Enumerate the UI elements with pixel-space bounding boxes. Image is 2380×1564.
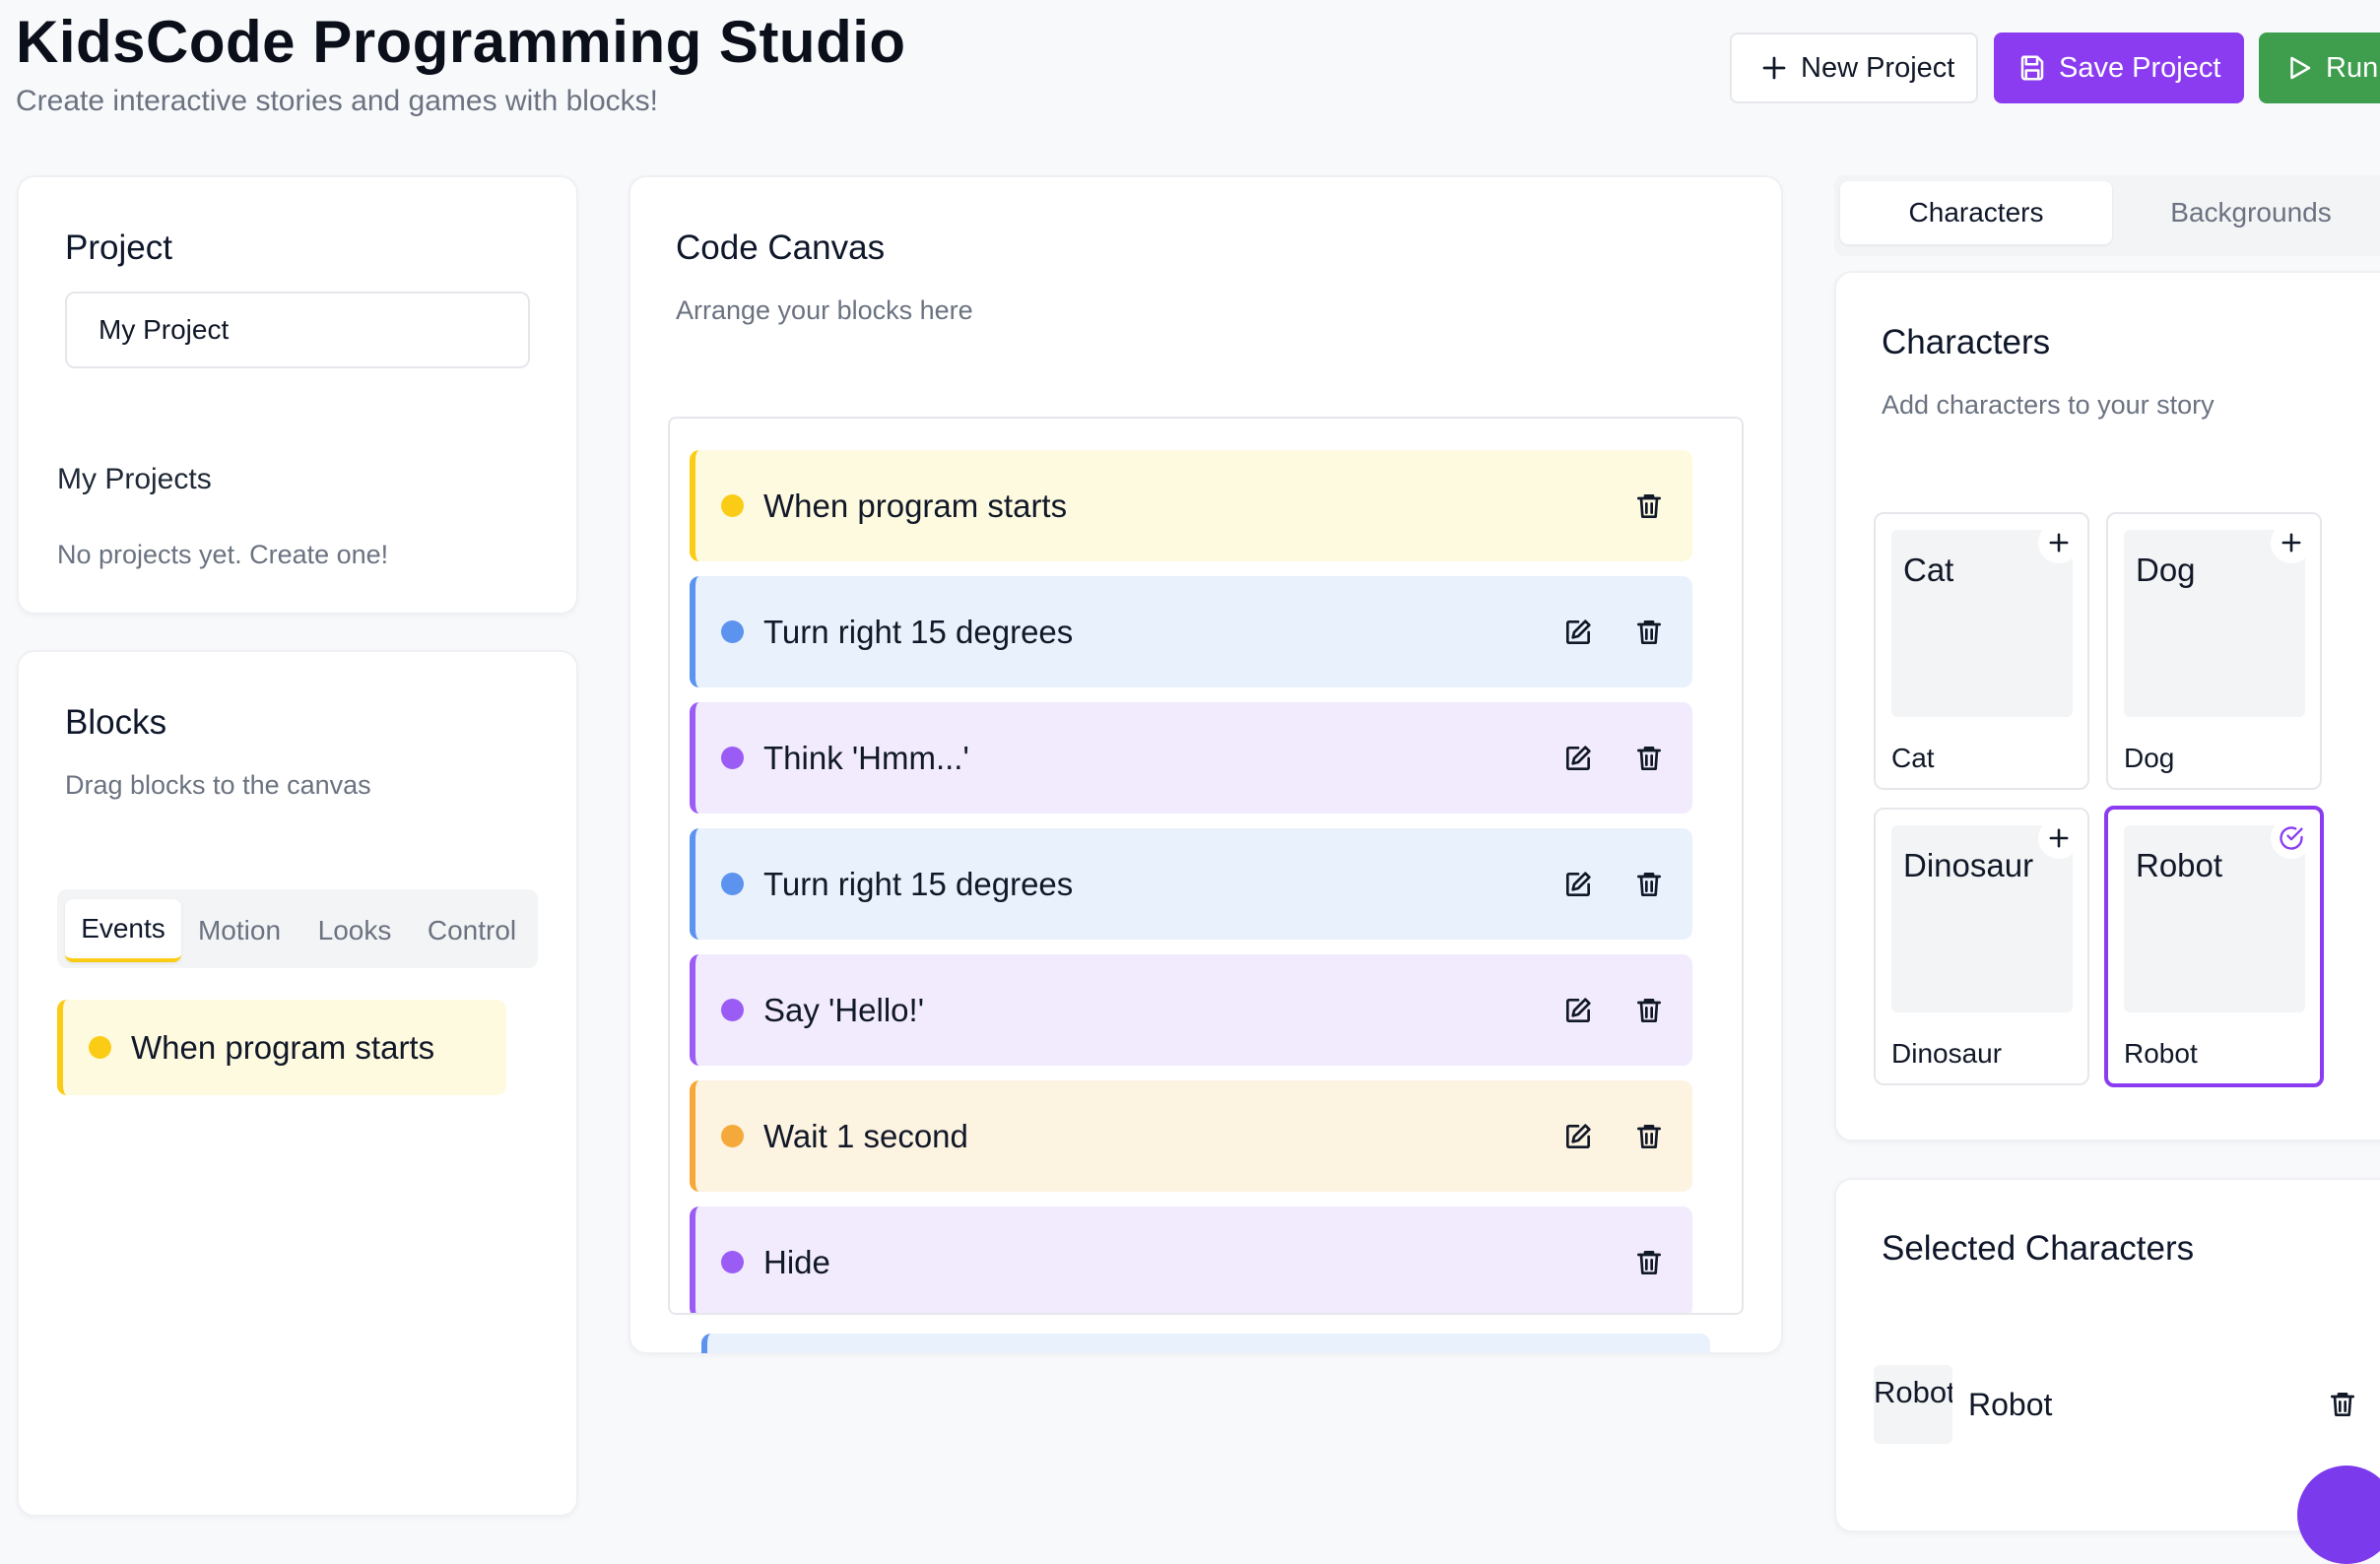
tab-motion[interactable]: Motion	[187, 899, 292, 962]
trash-icon[interactable]	[1627, 737, 1671, 780]
character-card-dog[interactable]: Dog Dog	[2106, 512, 2322, 790]
canvas-block[interactable]: Wait 1 second	[690, 1080, 1692, 1192]
selected-character-name: Robot	[1968, 1387, 2053, 1422]
character-card-robot[interactable]: Robot Robot	[2104, 806, 2324, 1087]
thumbnail-text: Robot	[2136, 847, 2223, 883]
edit-icon[interactable]	[1556, 611, 1600, 654]
canvas-block[interactable]: Turn right 15 degrees	[690, 828, 1692, 940]
save-icon	[2020, 55, 2044, 81]
floating-action-button[interactable]	[2297, 1466, 2380, 1564]
new-project-button[interactable]: New Project	[1730, 33, 1978, 103]
tab-looks[interactable]: Looks	[301, 899, 408, 962]
character-card-dinosaur[interactable]: Dinosaur Dinosaur	[1874, 808, 2089, 1085]
canvas-block[interactable]: Say 'Hello!'	[690, 954, 1692, 1066]
save-project-button[interactable]: Save Project	[1994, 33, 2244, 103]
block-label: Think 'Hmm...'	[763, 739, 969, 776]
block-label: Turn right 15 degrees	[763, 865, 1074, 902]
block-dot	[721, 999, 744, 1021]
characters-title: Characters	[1882, 323, 2051, 361]
project-title: Project	[65, 228, 172, 267]
thumbnail-text: Dog	[2136, 552, 2196, 588]
run-label: Run	[2326, 51, 2379, 84]
canvas-block-partial[interactable]	[701, 1334, 1710, 1353]
selected-character-thumbnail: Robot	[1874, 1365, 1952, 1444]
block-label: Hide	[763, 1243, 830, 1280]
trash-icon[interactable]	[1627, 989, 1671, 1032]
thumbnail-text: Cat	[1903, 552, 1954, 588]
character-name: Dinosaur	[1891, 1038, 2003, 1069]
canvas-block[interactable]: Hide	[690, 1206, 1692, 1313]
edit-icon[interactable]	[1556, 989, 1600, 1032]
check-circle-icon[interactable]	[2271, 817, 2312, 859]
plus-icon[interactable]	[2038, 522, 2080, 563]
canvas-description: Arrange your blocks here	[676, 295, 973, 325]
tab-backgrounds[interactable]: Backgrounds	[2118, 181, 2380, 244]
block-dot	[721, 1125, 744, 1147]
tab-characters[interactable]: Characters	[1840, 181, 2112, 244]
trash-icon[interactable]	[1627, 485, 1671, 528]
characters-description: Add characters to your story	[1882, 390, 2215, 420]
canvas-title: Code Canvas	[676, 228, 886, 267]
palette-block-when-program-starts[interactable]: When program starts	[57, 1000, 506, 1095]
new-project-label: New Project	[1801, 51, 1955, 84]
blocks-description: Drag blocks to the canvas	[65, 770, 371, 800]
block-dot	[721, 494, 744, 517]
trash-icon[interactable]	[1627, 1115, 1671, 1158]
block-label: Say 'Hello!'	[763, 991, 925, 1028]
block-dot	[89, 1036, 111, 1059]
plus-icon	[1762, 56, 1786, 80]
save-project-label: Save Project	[2059, 51, 2221, 84]
trash-icon[interactable]	[1627, 863, 1671, 906]
app-subtitle: Create interactive stories and games wit…	[16, 85, 658, 117]
blocks-title: Blocks	[65, 703, 167, 742]
run-button[interactable]: Run	[2259, 33, 2380, 103]
edit-icon[interactable]	[1556, 737, 1600, 780]
canvas-drop-area[interactable]: When program starts Turn right 15 degree…	[668, 417, 1744, 1315]
canvas-block[interactable]: When program starts	[690, 450, 1692, 561]
trash-icon[interactable]	[2321, 1383, 2364, 1426]
thumbnail-text: Robot	[1874, 1375, 1952, 1409]
thumbnail-text: Dinosaur	[1903, 847, 2034, 883]
play-icon	[2290, 56, 2311, 80]
block-label: Turn right 15 degrees	[763, 613, 1074, 650]
plus-icon[interactable]	[2038, 817, 2080, 859]
project-name-input[interactable]	[65, 292, 530, 368]
plus-icon[interactable]	[2271, 522, 2312, 563]
character-card-cat[interactable]: Cat Cat	[1874, 512, 2089, 790]
character-name: Dog	[2124, 743, 2175, 773]
selected-characters-title: Selected Characters	[1882, 1229, 2195, 1268]
block-label: When program starts	[763, 487, 1068, 524]
tab-events[interactable]: Events	[65, 899, 181, 962]
canvas-block[interactable]: Turn right 15 degrees	[690, 576, 1692, 687]
block-dot	[721, 747, 744, 769]
block-label: Wait 1 second	[763, 1117, 968, 1154]
canvas-block[interactable]: Think 'Hmm...'	[690, 702, 1692, 814]
no-projects-text: No projects yet. Create one!	[57, 540, 389, 569]
tab-control[interactable]: Control	[414, 899, 530, 962]
app-title: KidsCode Programming Studio	[16, 9, 906, 75]
block-label: When program starts	[131, 1028, 435, 1066]
my-projects-title: My Projects	[57, 463, 212, 495]
block-dot	[721, 873, 744, 895]
trash-icon[interactable]	[1627, 1241, 1671, 1284]
edit-icon[interactable]	[1556, 863, 1600, 906]
character-name: Robot	[2124, 1038, 2198, 1069]
trash-icon[interactable]	[1627, 611, 1671, 654]
block-dot	[721, 1251, 744, 1273]
edit-icon[interactable]	[1556, 1115, 1600, 1158]
character-name: Cat	[1891, 743, 1935, 773]
block-dot	[721, 620, 744, 643]
